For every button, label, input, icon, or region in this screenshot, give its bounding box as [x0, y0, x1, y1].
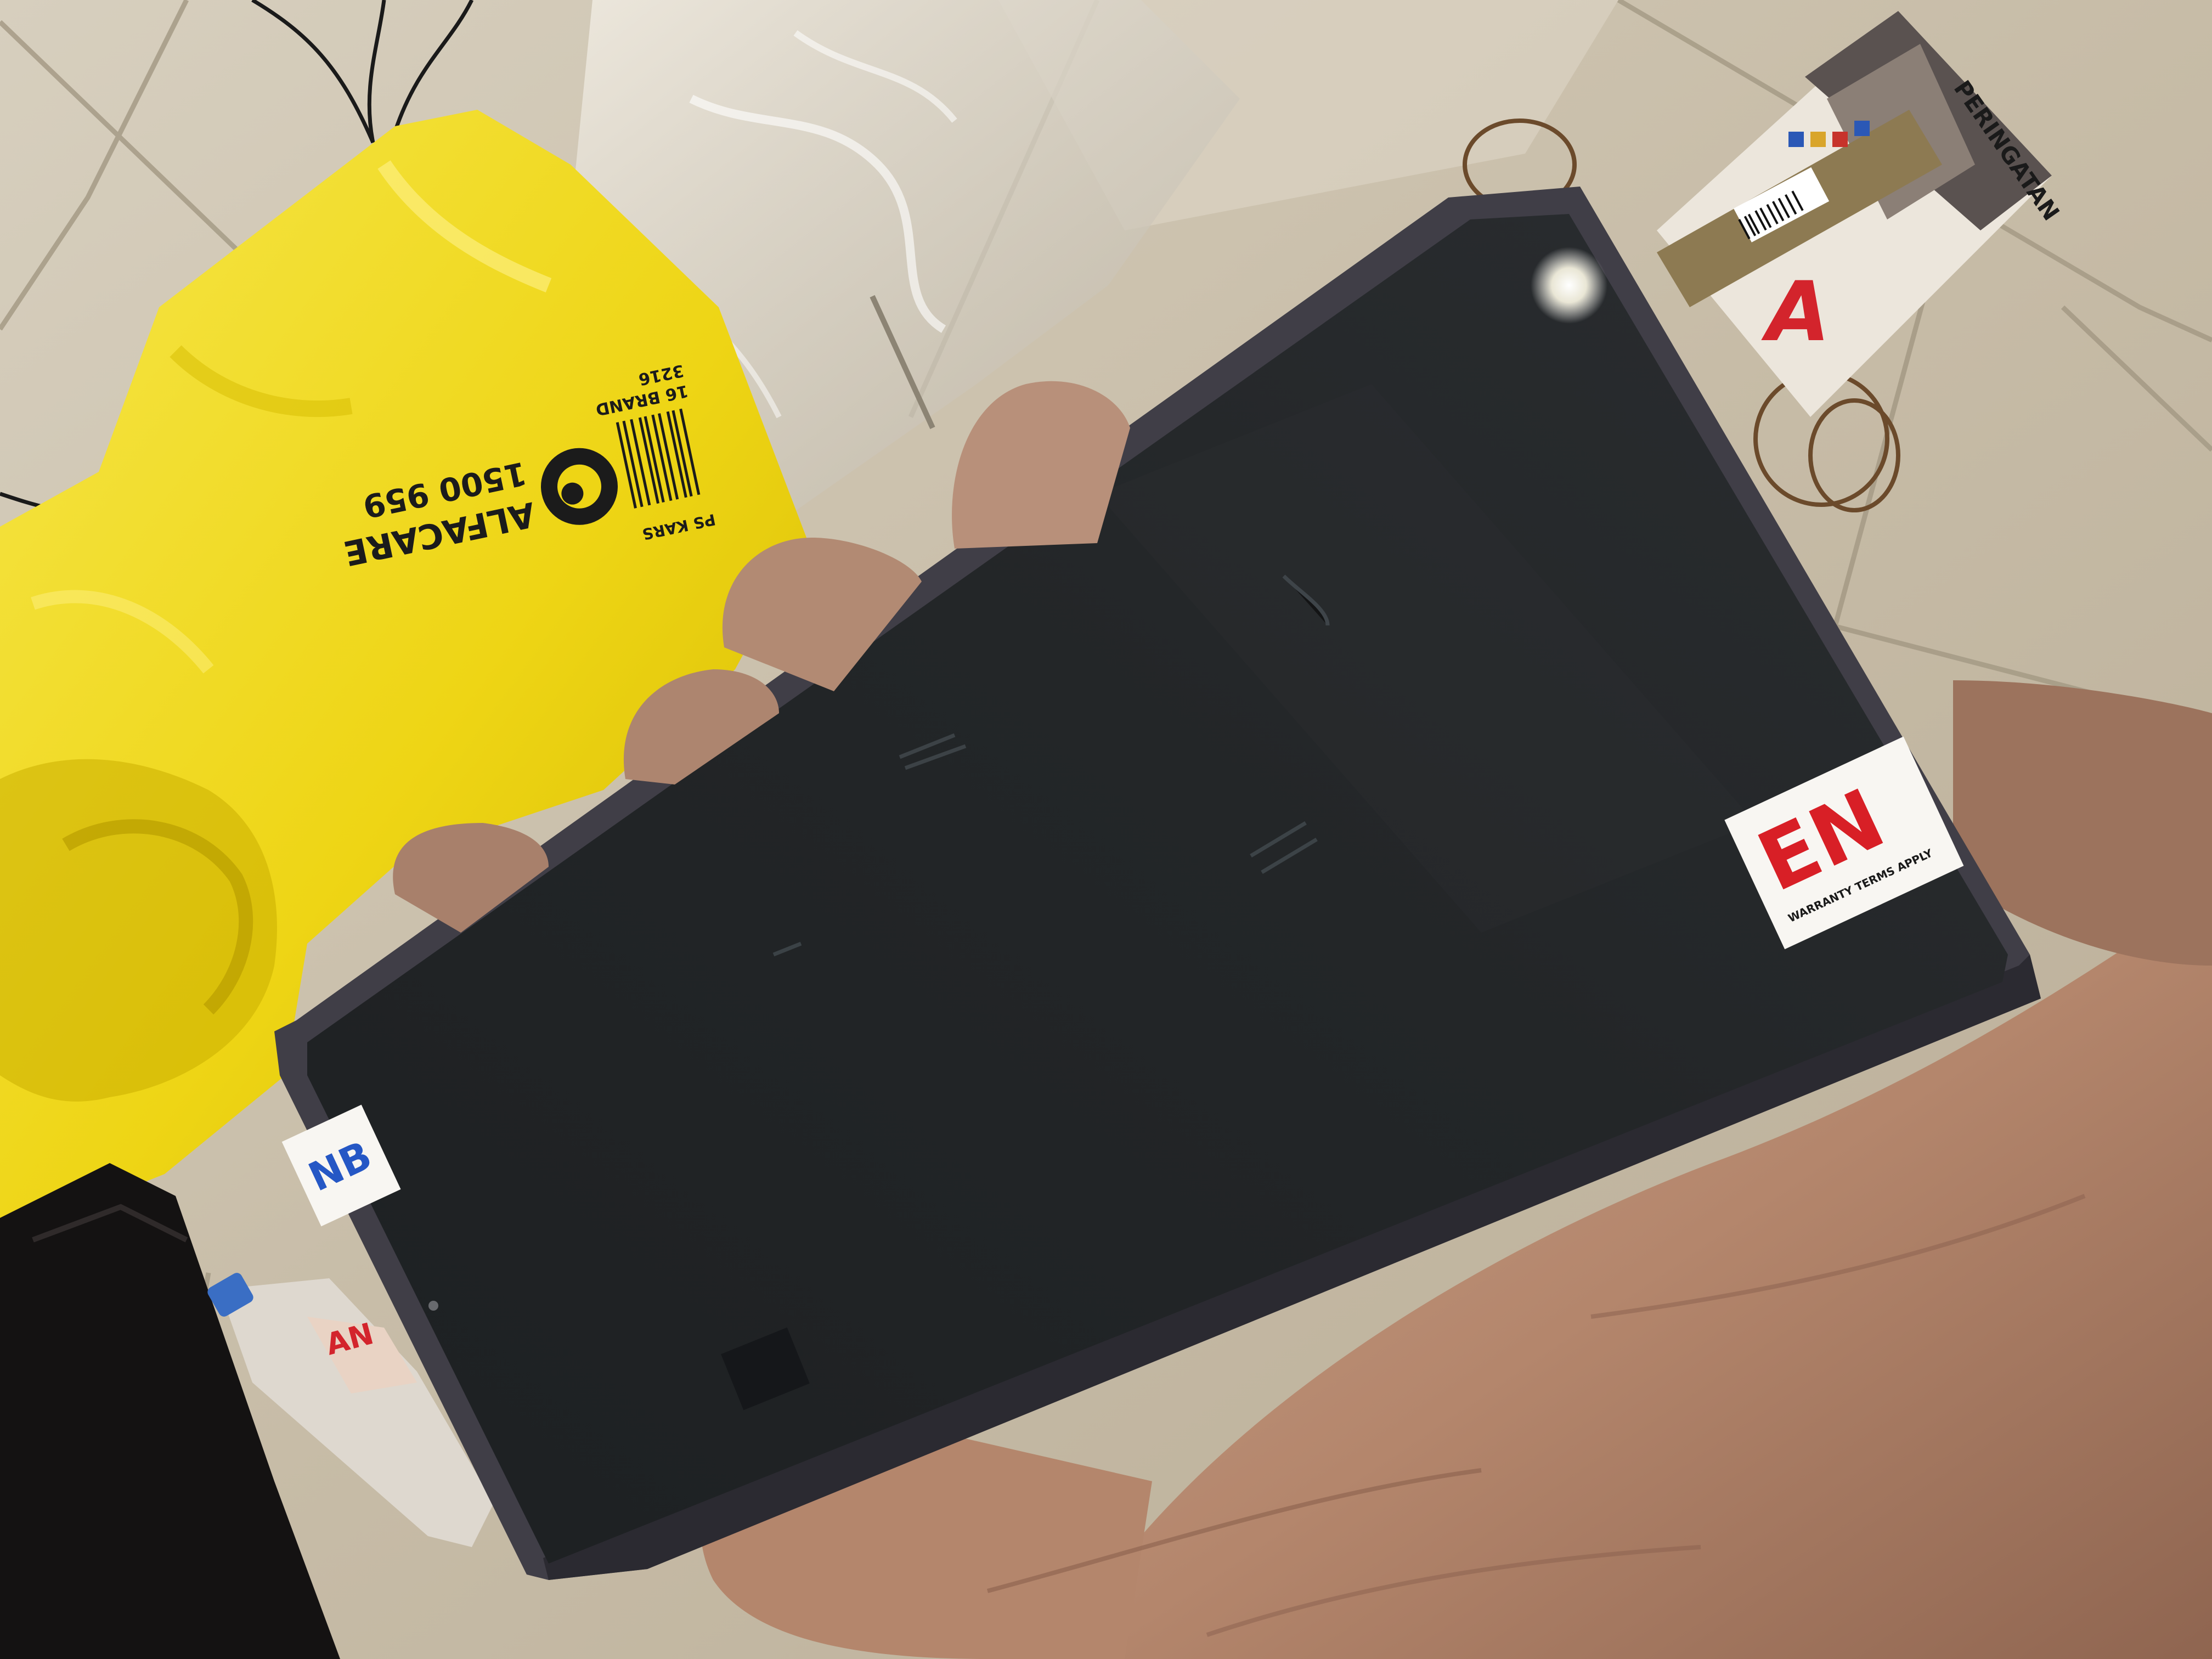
photo-scene: PERINGATAN A ALFACARE 1500 959 PS KARS 1…: [0, 0, 2212, 1659]
light-glare: [1531, 247, 1607, 324]
box-front-logo: A: [1761, 264, 1830, 360]
front-camera: [428, 1301, 438, 1311]
photo-canvas: PERINGATAN A ALFACARE 1500 959 PS KARS 1…: [0, 0, 2212, 1659]
